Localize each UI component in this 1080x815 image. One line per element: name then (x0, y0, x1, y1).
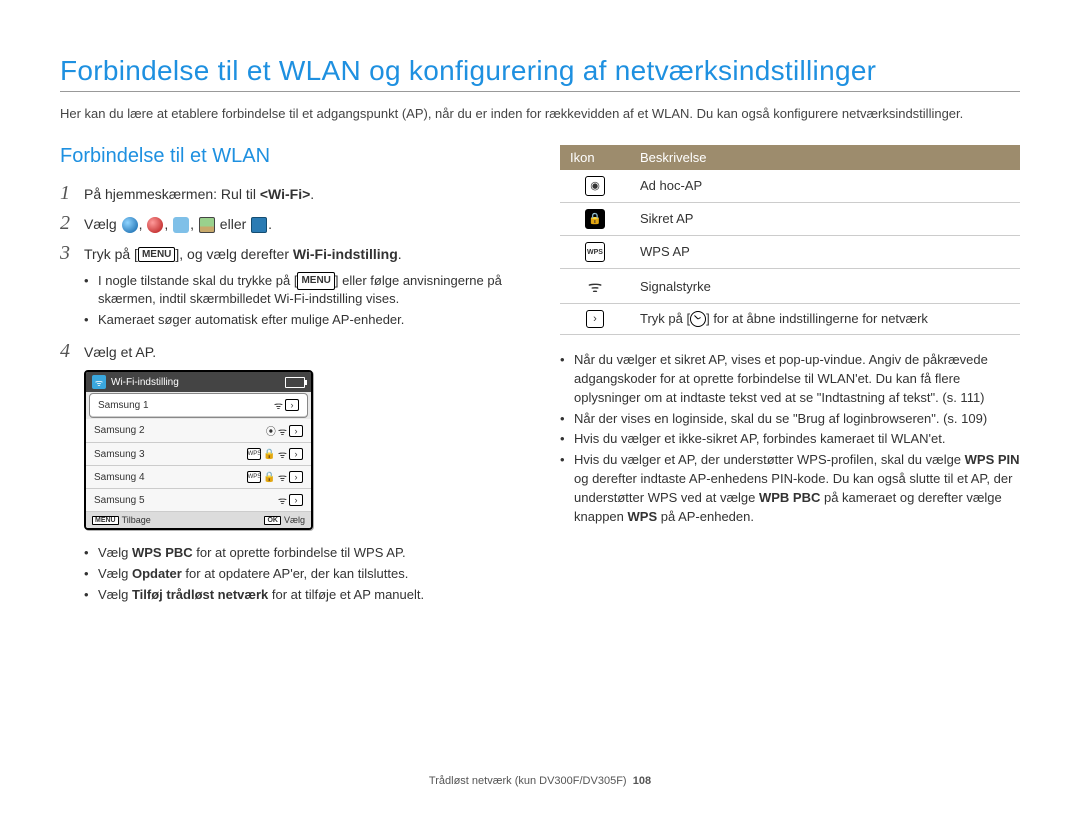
select-label[interactable]: OKVælg (264, 515, 305, 525)
ap-row[interactable]: Samsung 3 WPS🔒ᯤ› (86, 443, 311, 466)
chevron-right-icon: › (289, 425, 303, 437)
chevron-right-icon: › (586, 310, 604, 328)
page-title: Forbindelse til et WLAN og konfigurering… (60, 55, 1020, 87)
section-heading: Forbindelse til et WLAN (60, 145, 520, 168)
left-column: Forbindelse til et WLAN 1 På hjemmeskærm… (60, 145, 520, 615)
table-row: WPS WPS AP (560, 235, 1020, 269)
step-number: 1 (60, 182, 84, 204)
list-item: Hvis du vælger et AP, der understøtter W… (560, 451, 1020, 526)
lock-icon: 🔒 (585, 209, 605, 229)
wifi-icon: ᯤ (92, 375, 106, 389)
signal-icon: ᯤ (278, 447, 287, 461)
list-item: Vælg Tilføj trådløst netværk for at tilf… (84, 586, 520, 605)
ap-row[interactable]: Samsung 5 ᯤ› (86, 489, 311, 512)
ap-row[interactable]: Samsung 4 WPS🔒ᯤ› (86, 466, 311, 489)
adhoc-icon: ⦿ (266, 423, 276, 438)
chevron-right-icon: › (285, 399, 299, 411)
record-icon (147, 217, 163, 233)
table-row: 🔒 Sikret AP (560, 202, 1020, 235)
chevron-right-icon: › (289, 448, 303, 460)
after-screenshot-bullets: Vælg WPS PBC for at oprette forbindelse … (60, 544, 520, 605)
table-row: ᯤ Signalstyrke (560, 269, 1020, 304)
signal-icon: ᯤ (278, 470, 287, 484)
footer-text: Trådløst netværk (kun DV300F/DV305F) (429, 775, 627, 787)
table-cell: Sikret AP (630, 202, 1020, 235)
list-item: Når der vises en loginside, skal du se "… (560, 410, 1020, 429)
step-number: 3 (60, 242, 84, 264)
globe-icon (122, 217, 138, 233)
step3-text: Tryk på [ (84, 246, 138, 262)
battery-icon (285, 377, 305, 388)
lock-icon: 🔒 (263, 472, 275, 483)
step3-bullet: Kameraet søger automatisk efter mulige A… (84, 311, 520, 330)
list-item: Vælg WPS PBC for at oprette forbindelse … (84, 544, 520, 563)
signal-icon: ᯤ (588, 279, 603, 296)
step-4: 4 Vælg et AP. (60, 340, 520, 362)
step-number: 2 (60, 212, 84, 234)
step3-bold: Wi-Fi-indstilling (293, 246, 398, 262)
ok-keycap: OK (264, 516, 281, 525)
step3-bullet: I nogle tilstande skal du trykke på [MEN… (84, 272, 520, 310)
cloud-icon (173, 217, 189, 233)
table-cell: Signalstyrke (630, 269, 1020, 304)
right-column: Ikon Beskrivelse ◉ Ad hoc-AP 🔒 Sikret AP… (560, 145, 1020, 615)
step-1: 1 På hjemmeskærmen: Rul til <Wi-Fi>. (60, 182, 520, 204)
signal-icon: ᯤ (274, 398, 283, 412)
tv-icon (251, 217, 267, 233)
adhoc-icon: ◉ (585, 176, 605, 196)
wps-icon: WPS (585, 242, 605, 262)
icon-description-table: Ikon Beskrivelse ◉ Ad hoc-AP 🔒 Sikret AP… (560, 145, 1020, 336)
step-number: 4 (60, 340, 84, 362)
step2-text: Vælg (84, 216, 121, 232)
ap-name: Samsung 3 (94, 449, 145, 460)
list-item: Vælg Opdater for at opdatere AP'er, der … (84, 565, 520, 584)
signal-icon: ᯤ (278, 424, 287, 438)
screenshot-header: ᯤ Wi-Fi-indstilling (86, 372, 311, 392)
step1-text: På hjemmeskærmen: Rul til (84, 186, 260, 202)
photo-icon (199, 217, 215, 233)
right-bullets: Når du vælger et sikret AP, vises et pop… (560, 351, 1020, 527)
chevron-right-icon: › (289, 494, 303, 506)
table-header-desc: Beskrivelse (630, 145, 1020, 170)
wifi-settings-screenshot: ᯤ Wi-Fi-indstilling Samsung 1 ᯤ› Samsung… (84, 370, 313, 530)
ap-row[interactable]: Samsung 2 ⦿ᯤ› (86, 419, 311, 443)
menu-icon: MENU (297, 272, 334, 291)
table-row: › Tryk på [] for at åbne indstillingerne… (560, 304, 1020, 335)
step-3: 3 Tryk på [MENU], og vælg derefter Wi-Fi… (60, 242, 520, 264)
table-cell: Tryk på [] for at åbne indstillingerne f… (630, 304, 1020, 335)
wps-icon: WPS (247, 448, 261, 460)
page-footer: Trådløst netværk (kun DV300F/DV305F) 108 (0, 775, 1080, 787)
chevron-right-icon: › (289, 471, 303, 483)
table-cell: Ad hoc-AP (630, 170, 1020, 203)
wps-icon: WPS (247, 471, 261, 483)
table-cell: WPS AP (630, 235, 1020, 269)
screenshot-title: Wi-Fi-indstilling (111, 377, 179, 388)
back-label[interactable]: MENUTilbage (92, 515, 151, 525)
step1-bold: <Wi-Fi> (260, 186, 310, 202)
menu-icon: MENU (138, 247, 175, 262)
menu-keycap: MENU (92, 516, 119, 525)
clock-icon (690, 311, 706, 327)
intro-paragraph: Her kan du lære at etablere forbindelse … (60, 105, 1020, 123)
page-number: 108 (633, 775, 651, 787)
list-item: Hvis du vælger et ikke-sikret AP, forbin… (560, 430, 1020, 449)
title-rule (60, 91, 1020, 92)
table-row: ◉ Ad hoc-AP (560, 170, 1020, 203)
ap-name: Samsung 2 (94, 425, 145, 436)
step-2: 2 Vælg , , , eller . (60, 212, 520, 234)
step3-bullets: I nogle tilstande skal du trykke på [MEN… (60, 272, 520, 331)
list-item: Når du vælger et sikret AP, vises et pop… (560, 351, 1020, 408)
ap-name: Samsung 4 (94, 472, 145, 483)
ap-row[interactable]: Samsung 1 ᯤ› (90, 394, 307, 417)
signal-icon: ᯤ (278, 493, 287, 507)
table-header-icon: Ikon (560, 145, 630, 170)
step4-text: Vælg et AP. (84, 340, 520, 360)
screenshot-footer: MENUTilbage OKVælg (86, 512, 311, 528)
ap-name: Samsung 1 (98, 400, 149, 411)
lock-icon: 🔒 (263, 449, 275, 460)
ap-name: Samsung 5 (94, 495, 145, 506)
